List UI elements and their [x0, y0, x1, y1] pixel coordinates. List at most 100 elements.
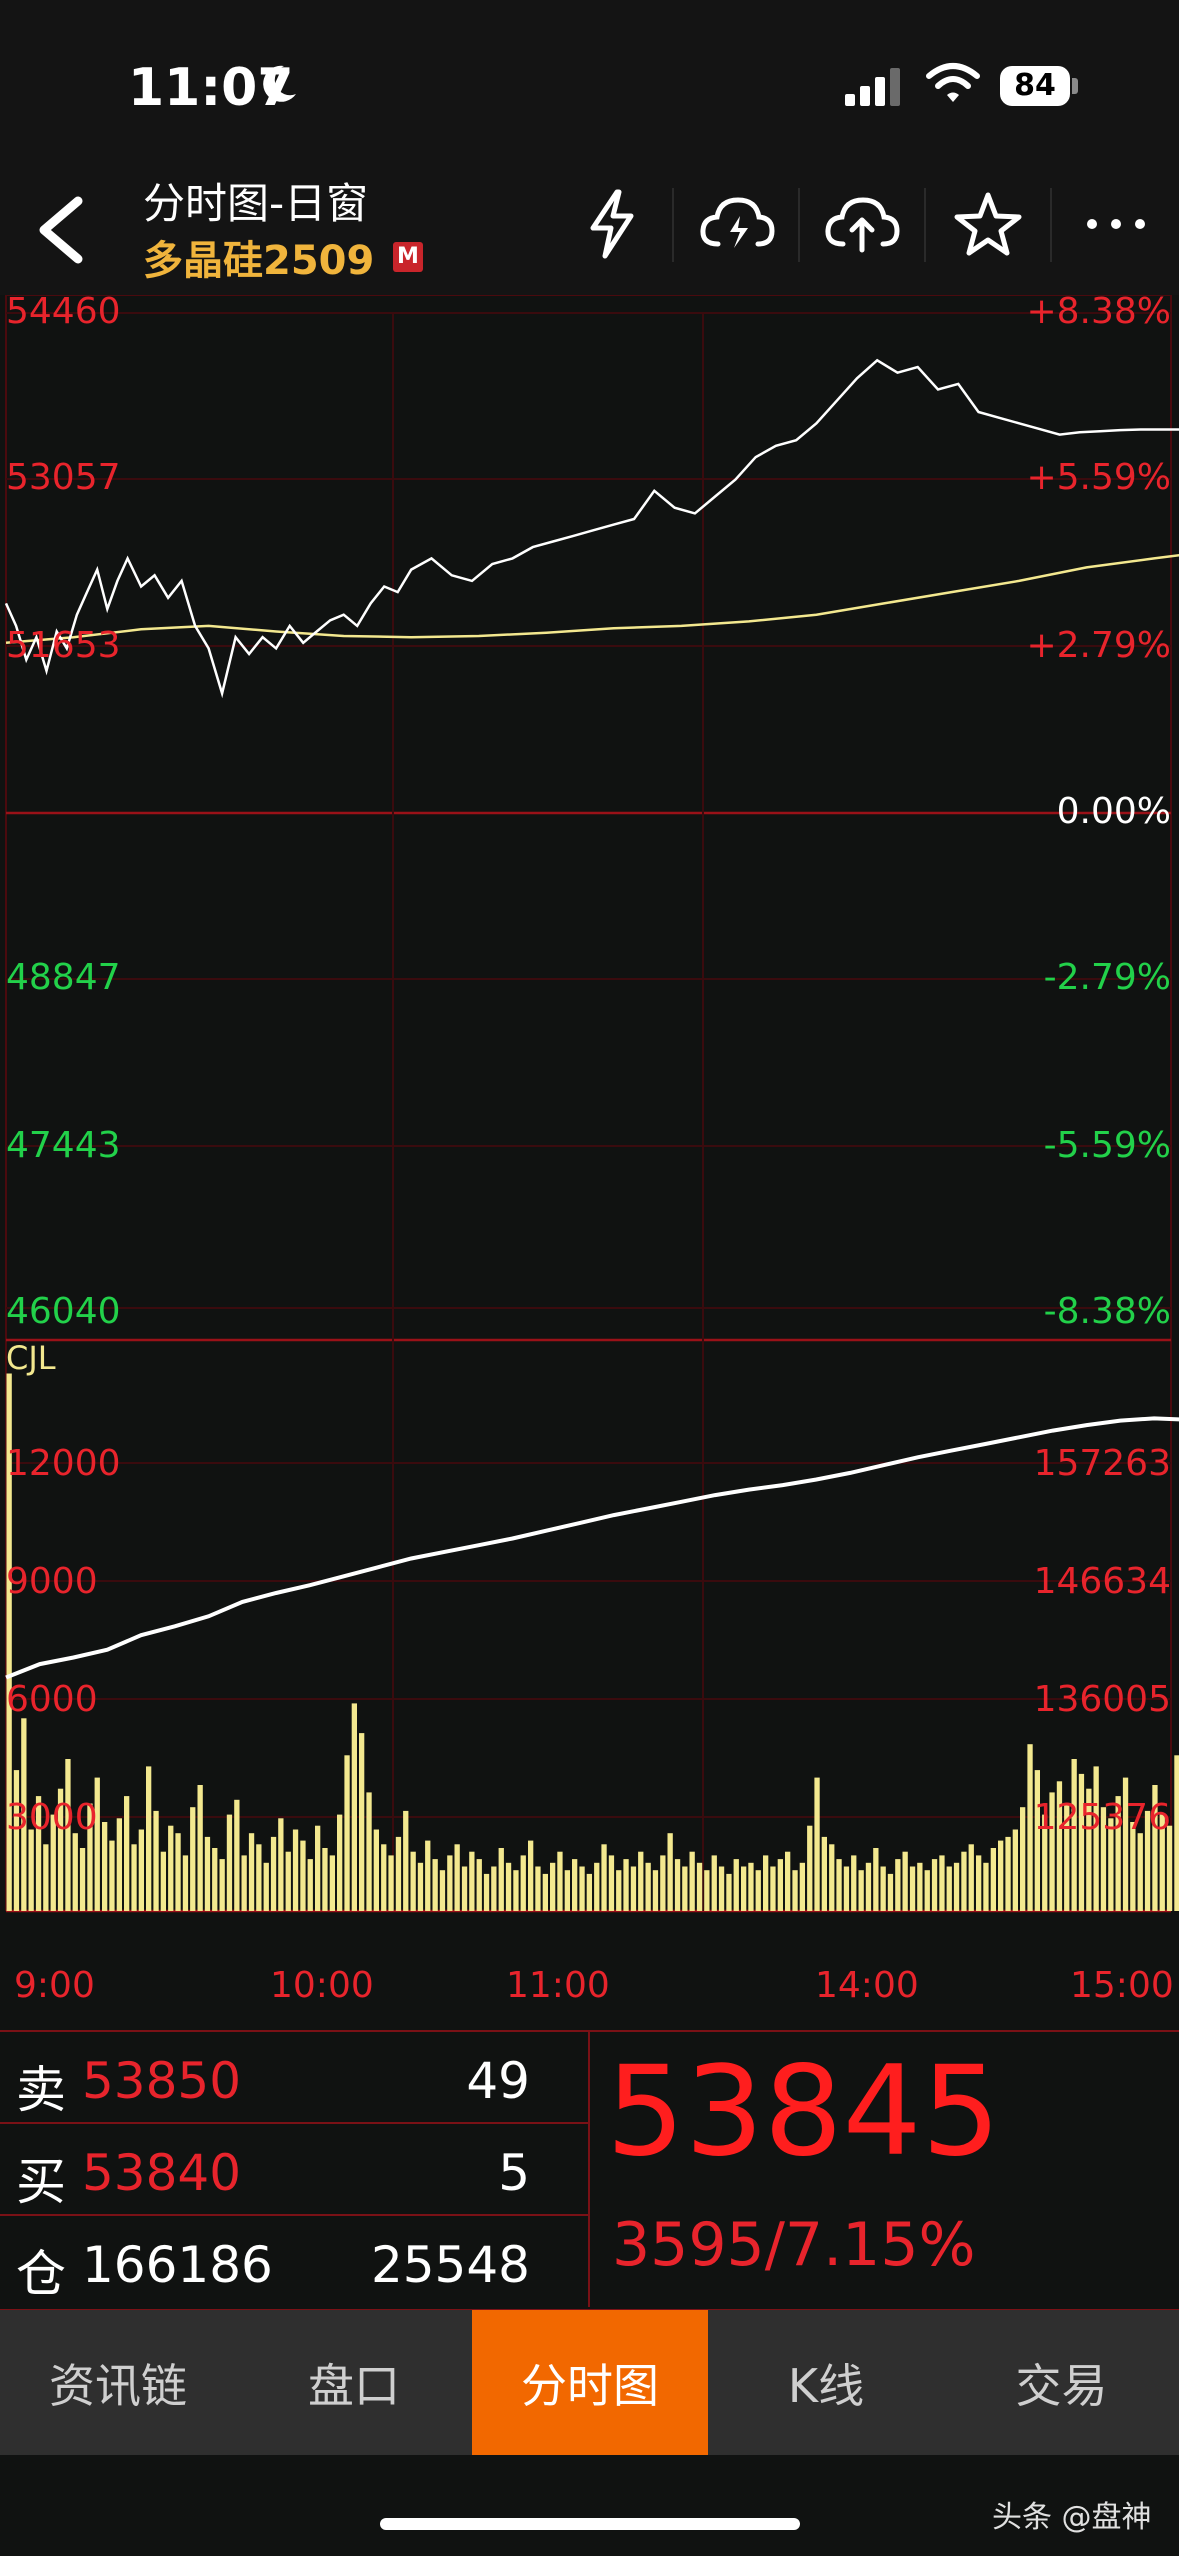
volume-bar — [263, 1862, 269, 1911]
tab-news-chain[interactable]: 资讯链 — [0, 2310, 236, 2455]
volume-bar — [425, 1840, 431, 1911]
main-contract-badge: M — [393, 242, 423, 272]
open-interest-value: 166186 — [82, 2236, 273, 2294]
volume-bar — [946, 1866, 952, 1911]
more-icon[interactable] — [1076, 180, 1156, 268]
volume-bar — [454, 1844, 460, 1911]
battery-indicator: 84 — [1000, 66, 1070, 106]
volume-bar — [270, 1836, 277, 1911]
volume-bar — [204, 1836, 211, 1911]
volume-bar — [763, 1855, 769, 1911]
volume-bar — [741, 1866, 747, 1911]
volume-bar — [146, 1766, 152, 1911]
volume-bar — [381, 1844, 387, 1911]
volume-bar — [483, 1873, 490, 1911]
pct-label: 0.00% — [1056, 791, 1171, 832]
volume-bar — [373, 1829, 379, 1911]
star-icon[interactable] — [948, 180, 1028, 268]
volume-bar — [660, 1855, 666, 1911]
volume-bar — [755, 1870, 761, 1911]
cloud-lightning-icon[interactable] — [697, 180, 777, 268]
volume-bar — [528, 1840, 534, 1911]
volume-label: 9000 — [6, 1561, 98, 1602]
volume-bar — [682, 1866, 688, 1911]
volume-bar — [241, 1855, 247, 1911]
time-label: 9:00 — [14, 1965, 95, 2006]
ask-label: 卖 — [16, 2061, 66, 2119]
volume-bar — [961, 1851, 967, 1911]
price-label: 46040 — [6, 1291, 121, 1332]
bid-price: 53840 — [82, 2144, 242, 2202]
volume-bar — [638, 1851, 644, 1911]
tab-kline[interactable]: K线 — [708, 2310, 944, 2455]
volume-bar — [836, 1859, 842, 1911]
volume-bar — [256, 1844, 262, 1911]
volume-bar — [160, 1851, 166, 1911]
toolbar-divider — [798, 188, 800, 262]
tab-trade[interactable]: 交易 — [944, 2310, 1179, 2455]
indicator-name: CJL — [6, 1339, 56, 1377]
volume-bar — [990, 1848, 996, 1911]
back-arrow-icon[interactable] — [30, 193, 90, 271]
volume-bar — [395, 1836, 402, 1911]
volume-bar — [829, 1844, 835, 1911]
volume-bar — [785, 1851, 791, 1911]
price-change: 3595/7.15% — [612, 2210, 976, 2280]
last-price: 53845 — [606, 2040, 1001, 2184]
volume-bar — [799, 1862, 805, 1911]
volume-bar — [307, 1859, 313, 1911]
volume-bar — [704, 1870, 710, 1911]
volume-bar — [630, 1866, 637, 1911]
home-indicator[interactable] — [380, 2518, 800, 2530]
volume-bar — [469, 1851, 475, 1911]
volume-bar — [116, 1818, 122, 1911]
tab-intraday[interactable]: 分时图 — [472, 2310, 708, 2455]
volume-bar — [300, 1840, 306, 1911]
volume-bar — [1174, 1755, 1179, 1911]
bid-row[interactable]: 买 53840 5 — [0, 2124, 590, 2216]
volume-label: 3000 — [6, 1797, 98, 1838]
volume-bar — [28, 1829, 34, 1911]
volume-bar — [447, 1855, 453, 1911]
volume-bar — [572, 1859, 578, 1911]
volume-bar — [711, 1855, 717, 1911]
pct-label: -8.38% — [1043, 1291, 1171, 1332]
intraday-chart[interactable]: 54460 53057 51653 48847 47443 46040 +8.3… — [0, 291, 1179, 2020]
volume-bar — [968, 1844, 974, 1911]
instrument-name[interactable]: 多晶硅2509 — [143, 228, 374, 286]
chart-grid — [5, 294, 1172, 1913]
volume-bar — [212, 1848, 218, 1911]
volume-bar — [696, 1862, 703, 1911]
volume-bar — [880, 1866, 886, 1911]
volume-label: 6000 — [6, 1679, 98, 1720]
ask-row[interactable]: 卖 53850 49 — [0, 2032, 590, 2124]
volume-bar — [476, 1859, 482, 1911]
volume-bar — [1005, 1836, 1011, 1911]
open-interest-label: 136005 — [1033, 1679, 1171, 1720]
lightning-icon[interactable] — [572, 180, 652, 268]
volume-bar — [858, 1870, 864, 1911]
volume-bar — [895, 1859, 901, 1911]
quote-divider — [588, 2030, 590, 2307]
open-interest-label: 146634 — [1033, 1561, 1171, 1602]
volume-bar — [513, 1870, 519, 1911]
volume-bar — [939, 1855, 945, 1911]
volume-bar — [976, 1855, 982, 1911]
wifi-icon — [925, 62, 981, 110]
volume-bar — [689, 1851, 695, 1911]
tab-order-book[interactable]: 盘口 — [236, 2310, 472, 2455]
volume-bar — [285, 1851, 291, 1911]
volume-bar — [234, 1799, 240, 1911]
volume-bar — [623, 1859, 629, 1911]
open-interest-label: 157263 — [1033, 1443, 1171, 1484]
price-label: 47443 — [6, 1125, 121, 1166]
toolbar-divider — [924, 188, 926, 262]
ask-volume: 49 — [466, 2052, 530, 2110]
open-interest-row: 仓 166186 25548 — [0, 2216, 590, 2306]
volume-bar — [748, 1862, 754, 1911]
volume-bar — [153, 1810, 159, 1911]
volume-bar — [403, 1810, 409, 1911]
volume-bar — [329, 1855, 335, 1911]
cloud-upload-icon[interactable] — [822, 180, 902, 268]
volume-bar — [770, 1866, 776, 1911]
